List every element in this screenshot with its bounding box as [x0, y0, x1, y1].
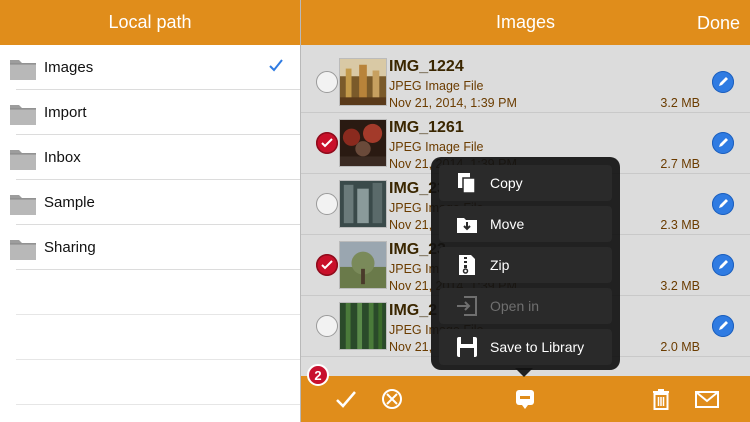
menu-item-save-to-library[interactable]: Save to Library	[439, 329, 612, 365]
empty-row	[0, 270, 300, 315]
image-thumbnail	[339, 58, 387, 106]
file-size: 2.0 MB	[660, 340, 700, 354]
folder-item-sample[interactable]: Sample	[0, 180, 300, 225]
checkmark-icon	[321, 260, 333, 270]
menu-label: Move	[490, 216, 525, 232]
pencil-icon	[719, 138, 728, 147]
file-date: Nov 21,	[389, 218, 433, 232]
folder-item-images[interactable]: Images	[0, 45, 300, 90]
folder-icon	[10, 239, 36, 260]
folder-icon	[10, 149, 36, 170]
edit-pencil-button[interactable]	[712, 193, 734, 215]
folder-label: Sample	[44, 194, 95, 211]
file-name: IMG_2	[389, 302, 438, 319]
folder-label: Images	[44, 59, 94, 76]
left-title: Local path	[108, 12, 192, 32]
pencil-icon	[719, 321, 728, 330]
action-popup-menu: Copy Move Zip Open in Save to Library	[431, 157, 620, 370]
select-radio[interactable]	[316, 193, 338, 215]
image-thumbnail	[339, 241, 387, 289]
folder-icon	[10, 59, 36, 80]
checkmark-icon	[269, 59, 283, 72]
file-name: IMG_1261	[389, 119, 464, 136]
checkmark-icon	[321, 138, 333, 148]
menu-label: Zip	[490, 257, 510, 273]
folder-item-inbox[interactable]: Inbox	[0, 135, 300, 180]
file-size: 3.2 MB	[660, 279, 700, 293]
selection-count-badge: 2	[307, 364, 329, 386]
folder-item-import[interactable]: Import	[0, 90, 300, 135]
menu-item-open-in: Open in	[439, 288, 612, 324]
edit-pencil-button[interactable]	[712, 254, 734, 276]
pencil-icon	[719, 199, 728, 208]
popup-arrow	[515, 368, 533, 377]
file-size: 2.7 MB	[660, 157, 700, 171]
file-date: Nov 21,	[389, 340, 433, 354]
save-disk-icon	[457, 337, 477, 357]
left-panel: Local path Images Import Inbox Sample Sh…	[0, 0, 301, 422]
folder-label: Import	[44, 104, 87, 121]
zip-file-icon	[459, 255, 475, 275]
file-row[interactable]: IMG_1224 JPEG Image File Nov 21, 2014, 1…	[301, 52, 750, 113]
pencil-icon	[719, 77, 728, 86]
trash-icon[interactable]	[649, 387, 673, 411]
deselect-all-icon[interactable]	[380, 387, 404, 411]
copy-icon	[458, 173, 476, 194]
image-thumbnail	[339, 119, 387, 167]
open-in-icon	[457, 296, 477, 316]
menu-item-copy[interactable]: Copy	[439, 165, 612, 201]
edit-pencil-button[interactable]	[712, 132, 734, 154]
file-size: 2.3 MB	[660, 218, 700, 232]
menu-label: Copy	[490, 175, 523, 191]
left-header: Local path	[0, 0, 300, 45]
select-radio-checked[interactable]	[316, 254, 338, 276]
folder-item-sharing[interactable]: Sharing	[0, 225, 300, 270]
select-all-checkmark-icon[interactable]	[334, 387, 358, 411]
pencil-icon	[719, 260, 728, 269]
file-size: 3.2 MB	[660, 96, 700, 110]
menu-item-move[interactable]: Move	[439, 206, 612, 242]
edit-pencil-button[interactable]	[712, 315, 734, 337]
file-type: JPEG Image File	[389, 79, 484, 93]
image-thumbnail	[339, 302, 387, 350]
bottom-toolbar: 2	[301, 364, 750, 422]
menu-label: Save to Library	[490, 339, 585, 355]
folder-label: Inbox	[44, 149, 81, 166]
image-thumbnail	[339, 180, 387, 228]
file-type: JPEG Image File	[389, 140, 484, 154]
folder-icon	[10, 104, 36, 125]
move-folder-icon	[457, 218, 477, 233]
right-title: Images	[495, 12, 556, 32]
select-radio[interactable]	[316, 315, 338, 337]
right-header: Images Done	[301, 0, 750, 45]
menu-item-zip[interactable]: Zip	[439, 247, 612, 283]
select-radio[interactable]	[316, 71, 338, 93]
done-button[interactable]: Done	[697, 13, 740, 34]
select-radio-checked[interactable]	[316, 132, 338, 154]
menu-label: Open in	[490, 298, 540, 314]
action-menu-icon[interactable]	[513, 387, 537, 411]
folder-label: Sharing	[44, 239, 96, 256]
empty-row	[0, 315, 300, 360]
edit-pencil-button[interactable]	[712, 71, 734, 93]
mail-icon[interactable]	[694, 387, 720, 411]
file-date: Nov 21, 2014, 1:39 PM	[389, 96, 517, 110]
file-name: IMG_1224	[389, 58, 464, 75]
folder-icon	[10, 194, 36, 215]
empty-row	[0, 360, 300, 405]
